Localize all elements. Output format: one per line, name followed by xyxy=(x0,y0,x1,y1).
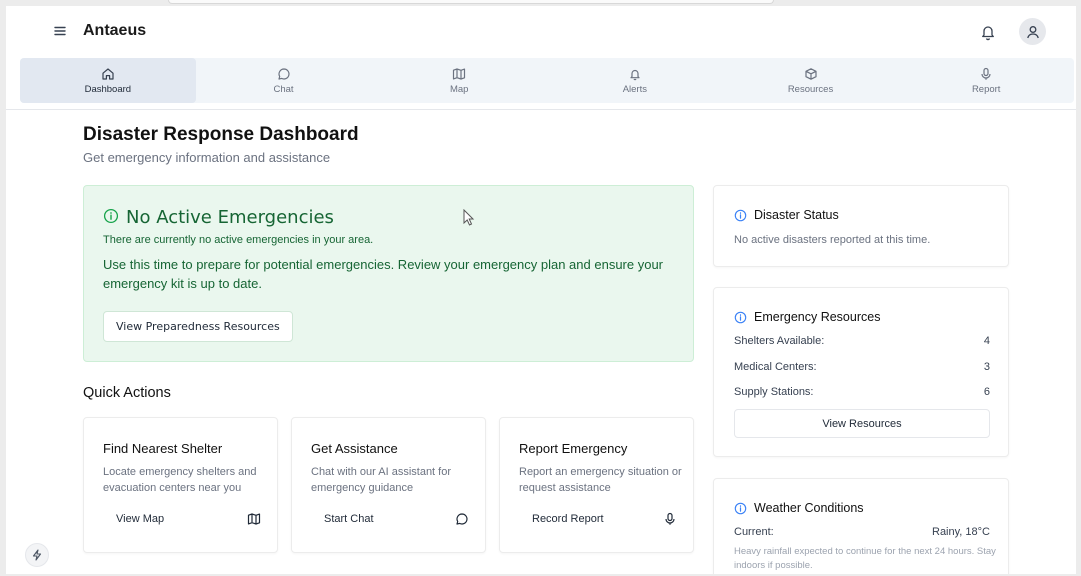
chat-bubble-icon xyxy=(456,513,468,525)
emergency-resources-title: Emergency Resources xyxy=(754,310,881,324)
browser-top-strip xyxy=(168,0,774,4)
card-title: Get Assistance xyxy=(311,441,398,456)
tab-map-label: Map xyxy=(449,83,469,95)
resource-label: Medical Centers: xyxy=(734,361,817,373)
resource-row: Supply Stations: 6 xyxy=(734,386,990,398)
weather-note: Heavy rainfall expected to continue for … xyxy=(734,546,996,571)
info-circle-icon xyxy=(734,209,747,221)
hamburger-menu-icon[interactable] xyxy=(52,23,68,39)
alert-body: Use this time to prepare for potential e… xyxy=(103,257,664,291)
package-icon xyxy=(804,67,817,80)
weather-current-label: Current: xyxy=(734,526,774,538)
quick-action-bolt-button[interactable] xyxy=(25,543,49,567)
card-description: Locate emergency shelters and evacuation… xyxy=(103,466,257,494)
weather-current-row: Current: Rainy, 18°C xyxy=(734,526,990,538)
start-chat-button[interactable]: Start Chat xyxy=(311,506,469,532)
disaster-status-card: Disaster Status No active disasters repo… xyxy=(713,185,1009,267)
app-header: Antaeus xyxy=(6,6,1076,58)
resource-row: Medical Centers: 3 xyxy=(734,361,990,373)
bell-icon xyxy=(630,69,640,80)
header-divider xyxy=(6,109,1076,110)
info-circle-icon xyxy=(734,502,747,514)
tab-alerts[interactable]: Alerts xyxy=(547,58,723,103)
no-emergencies-alert: No Active Emergencies There are currentl… xyxy=(83,185,694,362)
weather-conditions-card: Weather Conditions Current: Rainy, 18°C … xyxy=(713,478,1009,574)
main-nav-tabs: Dashboard Chat Map Alerts Resources Repo… xyxy=(20,58,1074,103)
notifications-bell-icon[interactable] xyxy=(978,22,998,42)
user-avatar-button[interactable] xyxy=(1019,18,1046,45)
resource-row: Shelters Available: 4 xyxy=(734,335,990,347)
card-description: Chat with our AI assistant for emergency… xyxy=(311,466,452,494)
user-icon xyxy=(1026,25,1039,38)
weather-title: Weather Conditions xyxy=(754,501,864,515)
tab-dashboard[interactable]: Dashboard xyxy=(20,58,196,103)
resource-label: Supply Stations: xyxy=(734,386,814,398)
page-subtitle: Get emergency information and assistance xyxy=(83,150,331,165)
tab-resources[interactable]: Resources xyxy=(723,58,899,103)
tab-report-label: Report xyxy=(971,83,1001,95)
lightning-bolt-icon xyxy=(32,549,42,561)
view-map-button[interactable]: View Map xyxy=(103,506,261,532)
disaster-status-text: No active disasters reported at this tim… xyxy=(734,234,931,246)
alert-description: There are currently no active emergencie… xyxy=(103,234,374,246)
tab-dashboard-label: Dashboard xyxy=(84,83,132,95)
quick-actions-title: Quick Actions xyxy=(83,385,171,401)
tab-resources-label: Resources xyxy=(787,83,834,95)
card-title: Report Emergency xyxy=(519,441,628,456)
info-circle-icon xyxy=(103,208,119,229)
button-label: View Map xyxy=(116,513,165,525)
resource-value: 4 xyxy=(983,335,990,347)
view-preparedness-resources-button[interactable]: View Preparedness Resources xyxy=(103,311,293,342)
mouse-cursor-icon xyxy=(463,208,475,232)
button-label: Start Chat xyxy=(324,513,374,525)
button-label: Record Report xyxy=(532,513,604,525)
tab-chat-label: Chat xyxy=(273,83,294,95)
tab-report[interactable]: Report xyxy=(898,58,1074,103)
find-shelter-card: Find Nearest Shelter Locate emergency sh… xyxy=(83,417,278,553)
card-description: Report an emergency situation or request… xyxy=(519,466,682,494)
report-emergency-card: Report Emergency Report an emergency sit… xyxy=(499,417,694,553)
emergency-resources-card: Emergency Resources Shelters Available: … xyxy=(713,287,1009,457)
resource-label: Shelters Available: xyxy=(734,335,825,347)
info-circle-icon xyxy=(734,311,747,323)
resource-value: 6 xyxy=(983,386,990,398)
page-title: Disaster Response Dashboard xyxy=(83,124,359,145)
record-report-button[interactable]: Record Report xyxy=(519,506,677,532)
map-icon xyxy=(247,513,261,525)
map-icon xyxy=(453,67,466,80)
tab-map[interactable]: Map xyxy=(371,58,547,103)
chat-bubble-icon xyxy=(277,67,290,80)
app-title: Antaeus xyxy=(83,22,147,39)
microphone-icon xyxy=(981,67,991,80)
get-assistance-card: Get Assistance Chat with our AI assistan… xyxy=(291,417,486,553)
resource-value: 3 xyxy=(983,361,990,373)
tab-alerts-label: Alerts xyxy=(622,83,647,95)
weather-current-value: Rainy, 18°C xyxy=(932,526,990,538)
card-title: Find Nearest Shelter xyxy=(103,441,223,456)
microphone-icon xyxy=(665,512,675,525)
app-window: Antaeus Dashboard Chat Map Alerts Resour… xyxy=(6,6,1076,574)
tab-chat[interactable]: Chat xyxy=(196,58,372,103)
disaster-status-title: Disaster Status xyxy=(754,208,839,222)
alert-title: No Active Emergencies xyxy=(126,207,334,228)
home-icon xyxy=(102,67,114,80)
view-resources-button[interactable]: View Resources xyxy=(734,409,990,438)
